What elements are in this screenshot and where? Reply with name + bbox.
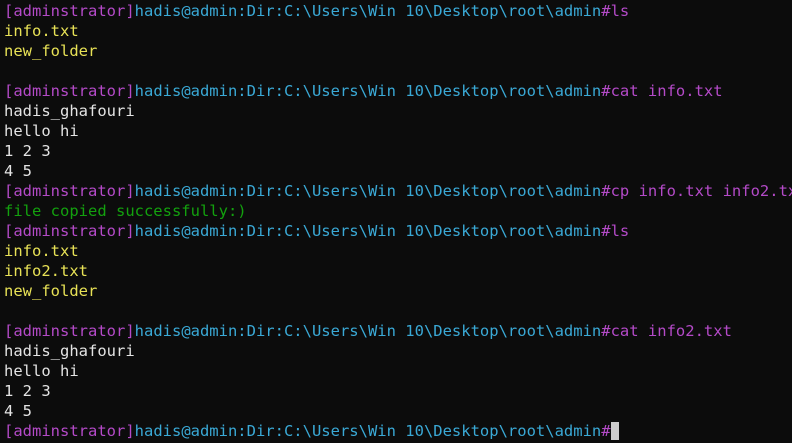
prompt-symbol: #: [601, 182, 611, 200]
command-text: cat info2.txt: [610, 322, 732, 340]
prompt-user: [adminstrator]: [4, 322, 135, 340]
prompt-line: [adminstrator]hadis@admin:Dir:C:\Users\W…: [4, 1, 792, 21]
output-line: hadis_ghafouri: [4, 101, 792, 121]
command-text: cat info.txt: [610, 82, 723, 100]
output-line: hadis_ghafouri: [4, 341, 792, 361]
file-entry: new_folder: [4, 282, 98, 300]
output-line: 1 2 3: [4, 381, 792, 401]
prompt-line: [adminstrator]hadis@admin:Dir:C:\Users\W…: [4, 181, 792, 201]
prompt-path: hadis@admin:Dir:C:\Users\Win 10\Desktop\…: [134, 222, 602, 240]
prompt-symbol: #: [601, 222, 611, 240]
prompt-symbol: #: [601, 422, 611, 440]
command-text: cp info.txt info2.txt: [610, 182, 792, 200]
file-entry: info.txt: [4, 22, 79, 40]
prompt-path: hadis@admin:Dir:C:\Users\Win 10\Desktop\…: [134, 82, 602, 100]
text-cursor[interactable]: [610, 422, 619, 440]
output-text: hadis_ghafouri: [4, 102, 135, 120]
command-text: ls: [610, 222, 630, 240]
output-text: 4 5: [4, 162, 32, 180]
output-line: 4 5: [4, 161, 792, 181]
prompt-symbol: #: [601, 322, 611, 340]
output-line: 4 5: [4, 401, 792, 421]
prompt-path: hadis@admin:Dir:C:\Users\Win 10\Desktop\…: [134, 422, 602, 440]
prompt-path: hadis@admin:Dir:C:\Users\Win 10\Desktop\…: [134, 182, 602, 200]
prompt-user: [adminstrator]: [4, 182, 135, 200]
prompt-user: [adminstrator]: [4, 82, 135, 100]
output-text: hadis_ghafouri: [4, 342, 135, 360]
prompt-symbol: #: [601, 82, 611, 100]
listing-line: new_folder: [4, 281, 792, 301]
listing-line: info.txt: [4, 21, 792, 41]
output-text: hello hi: [4, 122, 79, 140]
success-line: file copied successfully:): [4, 201, 792, 221]
prompt-user: [adminstrator]: [4, 2, 135, 20]
prompt-line: [adminstrator]hadis@admin:Dir:C:\Users\W…: [4, 81, 792, 101]
success-message: file copied successfully:): [4, 202, 247, 220]
file-entry: info.txt: [4, 242, 79, 260]
command-text: ls: [610, 2, 630, 20]
output-line: hello hi: [4, 361, 792, 381]
prompt-user: [adminstrator]: [4, 422, 135, 440]
listing-line: info.txt: [4, 241, 792, 261]
terminal-window[interactable]: [adminstrator]hadis@admin:Dir:C:\Users\W…: [4, 0, 792, 443]
output-text: 4 5: [4, 402, 32, 420]
file-entry: info2.txt: [4, 262, 88, 280]
prompt-symbol: #: [601, 2, 611, 20]
prompt-line: [adminstrator]hadis@admin:Dir:C:\Users\W…: [4, 221, 792, 241]
listing-line: info2.txt: [4, 261, 792, 281]
file-entry: new_folder: [4, 42, 98, 60]
prompt-line: [adminstrator]hadis@admin:Dir:C:\Users\W…: [4, 321, 792, 341]
prompt-user: [adminstrator]: [4, 222, 135, 240]
output-text: 1 2 3: [4, 382, 51, 400]
prompt-path: hadis@admin:Dir:C:\Users\Win 10\Desktop\…: [134, 2, 602, 20]
prompt-line: [adminstrator]hadis@admin:Dir:C:\Users\W…: [4, 421, 792, 441]
output-text: hello hi: [4, 362, 79, 380]
prompt-path: hadis@admin:Dir:C:\Users\Win 10\Desktop\…: [134, 322, 602, 340]
output-line: 1 2 3: [4, 141, 792, 161]
output-text: 1 2 3: [4, 142, 51, 160]
listing-line: new_folder: [4, 41, 792, 61]
output-line: hello hi: [4, 121, 792, 141]
